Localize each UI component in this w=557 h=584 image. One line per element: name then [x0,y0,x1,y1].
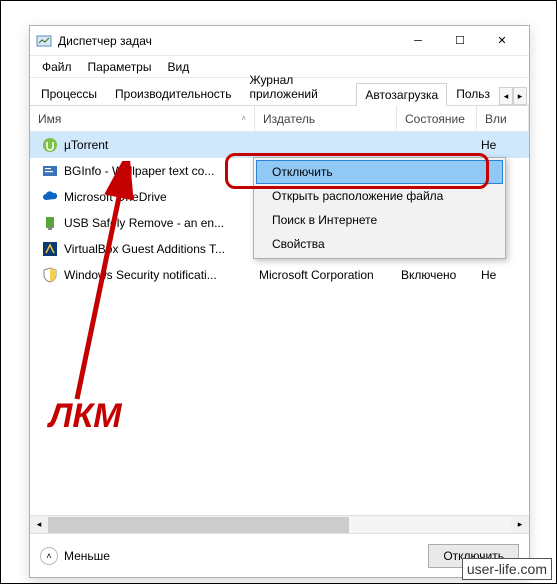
col-state[interactable]: Состояние [397,106,477,131]
context-menu: Отключить Открыть расположение файла Пои… [253,157,506,259]
row-impact: Не [477,268,529,282]
col-impact[interactable]: Вли [477,106,529,131]
row-name: USB Safely Remove - an en... [64,216,255,230]
tab-app-history[interactable]: Журнал приложений [241,68,357,105]
col-name[interactable]: Имя˄ [30,106,255,131]
titlebar: Диспетчер задач ─ ☐ ✕ [30,26,529,56]
tabs: Процессы Производительность Журнал прило… [30,78,529,106]
fewer-details[interactable]: Меньше [64,549,110,563]
onedrive-icon [42,189,58,205]
sort-asc-icon: ˄ [241,114,246,123]
task-manager-window: Диспетчер задач ─ ☐ ✕ Файл Параметры Вид… [29,25,530,578]
watermark: user-life.com [462,558,552,580]
ctx-properties[interactable]: Свойства [256,232,503,256]
scroll-left-icon[interactable]: ◂ [30,517,48,533]
row-name: BGInfo - Wallpaper text co... [64,164,255,178]
window-title: Диспетчер задач [58,34,397,48]
bginfo-icon [42,163,58,179]
table-row[interactable]: µTorrent Не [30,132,529,158]
tab-processes[interactable]: Процессы [32,82,106,105]
row-impact: Не [477,138,529,152]
menu-parameters[interactable]: Параметры [80,58,160,76]
tab-performance[interactable]: Производительность [106,82,240,105]
ctx-search-web[interactable]: Поиск в Интернете [256,208,503,232]
col-publisher[interactable]: Издатель [255,106,397,131]
menu-view[interactable]: Вид [159,58,197,76]
utorrent-icon [42,137,58,153]
chevron-up-icon[interactable]: ˄ [40,547,58,565]
ctx-disable[interactable]: Отключить [256,160,503,184]
row-name: Windows Security notificati... [64,268,255,282]
table-row[interactable]: Windows Security notificati... Microsoft… [30,262,529,288]
close-button[interactable]: ✕ [481,29,523,53]
tab-startup[interactable]: Автозагрузка [356,83,447,106]
menu-file[interactable]: Файл [34,58,80,76]
row-publisher: Microsoft Corporation [255,268,397,282]
usb-remove-icon [42,215,58,231]
scroll-thumb[interactable] [48,517,349,533]
tab-scroll-left-icon[interactable]: ◂ [499,87,513,105]
ctx-open-location[interactable]: Открыть расположение файла [256,184,503,208]
tab-scroll-right-icon[interactable]: ▸ [513,87,527,105]
shield-icon [42,267,58,283]
virtualbox-icon [42,241,58,257]
row-name: Microsoft OneDrive [64,190,255,204]
app-icon [36,33,52,49]
minimize-button[interactable]: ─ [397,29,439,53]
row-name: VirtualBox Guest Additions T... [64,242,255,256]
footer: ˄ Меньше Отключить [30,533,529,577]
scroll-track[interactable] [48,517,511,533]
tab-users[interactable]: Польз [447,82,499,105]
maximize-button[interactable]: ☐ [439,29,481,53]
scroll-right-icon[interactable]: ▸ [511,517,529,533]
row-name: µTorrent [64,138,255,152]
row-state: Включено [397,268,477,282]
horizontal-scrollbar[interactable]: ◂ ▸ [30,515,529,533]
column-headers: Имя˄ Издатель Состояние Вли [30,106,529,132]
